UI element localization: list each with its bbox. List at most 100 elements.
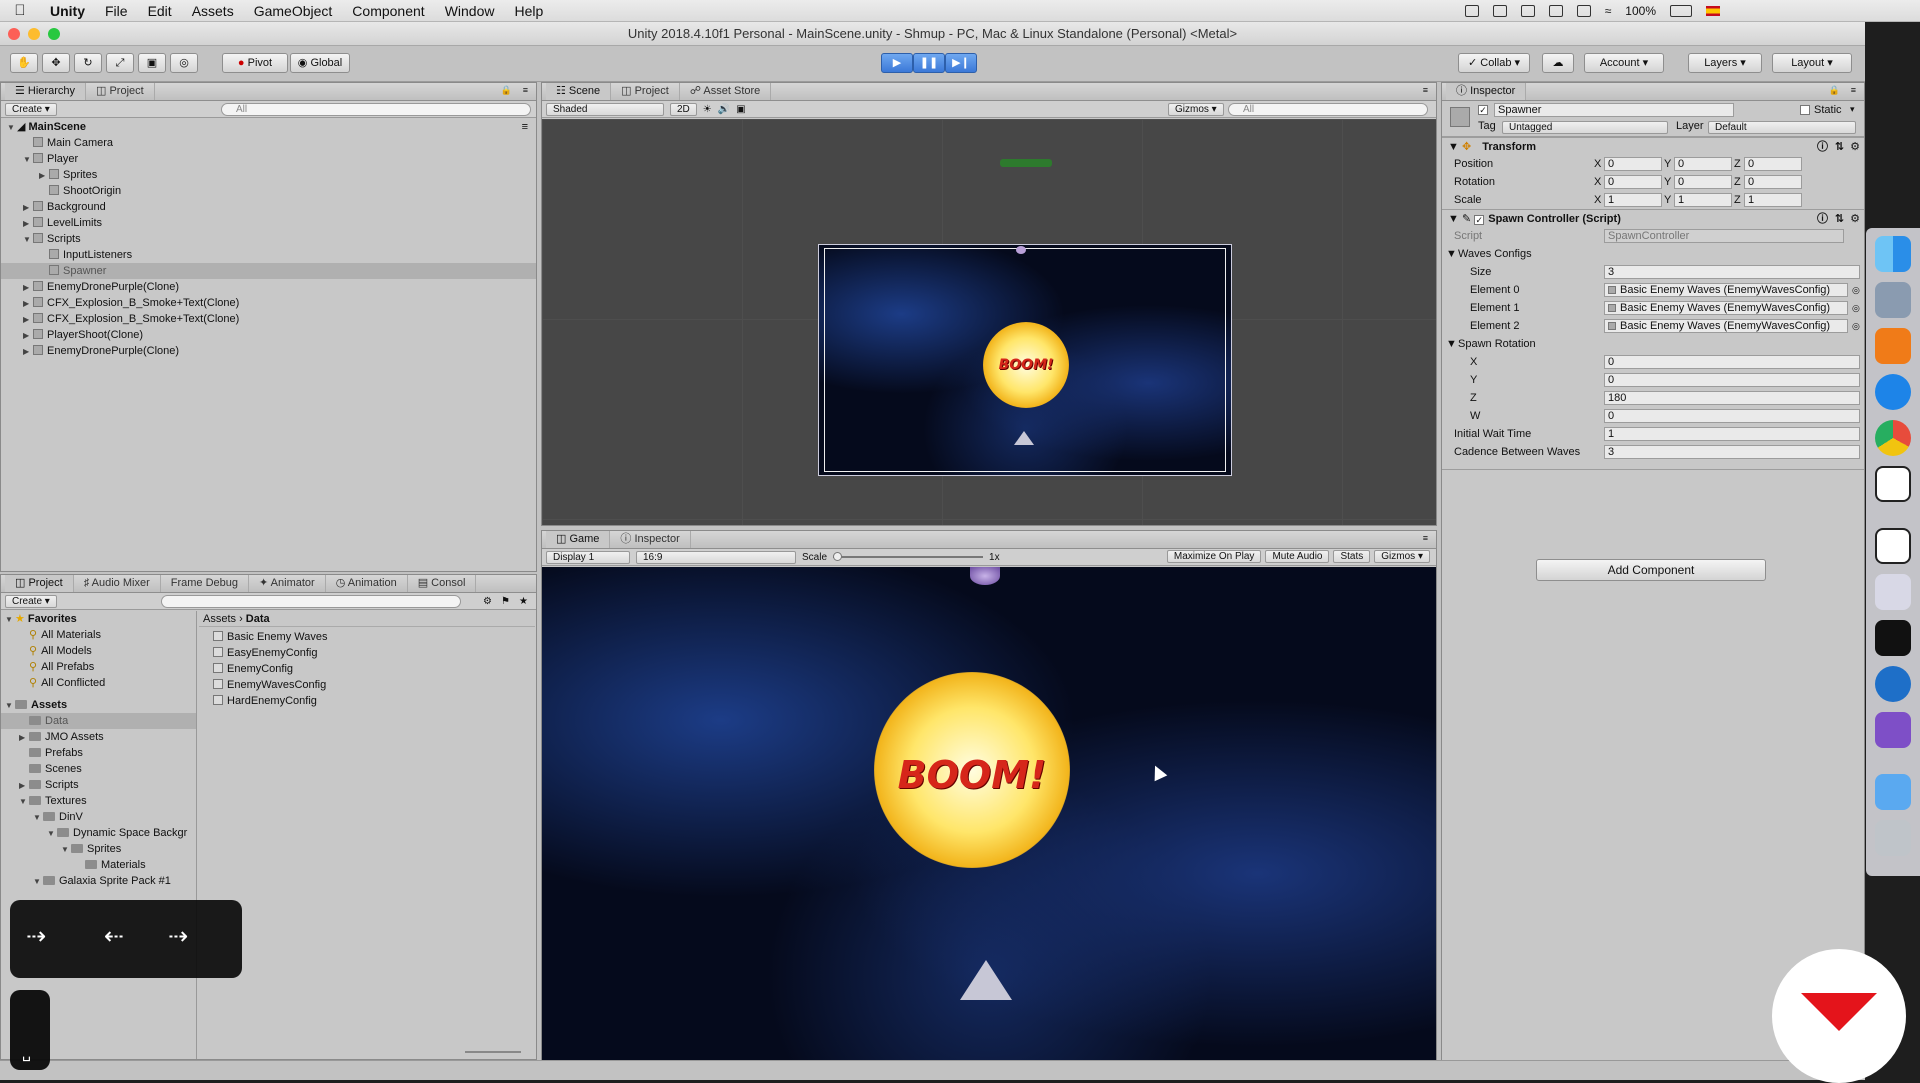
layers-dropdown[interactable]: Layers ▾ — [1688, 53, 1762, 73]
transform-header[interactable]: ▼ ✥ Transform ⓘ ⇅ ⚙ — [1442, 137, 1864, 155]
tab-audio-mixer[interactable]: ♯ Audio Mixer — [74, 575, 161, 592]
menu-component[interactable]: Component — [342, 0, 434, 22]
collab-dropdown[interactable]: ✓ Collab ▾ — [1458, 53, 1530, 73]
effects-icon[interactable]: ▣ — [736, 104, 745, 115]
favorite-star-icon[interactable]: ★ — [519, 596, 528, 607]
expand-arrow-icon[interactable]: ▼ — [7, 120, 17, 136]
asset-folder-item[interactable]: ▶ Scripts — [1, 777, 196, 793]
panel-menu-icon[interactable]: ≡ — [1423, 533, 1428, 543]
quicktime-icon[interactable] — [1875, 666, 1911, 702]
tab-inspector[interactable]: ⓘ Inspector — [1446, 83, 1527, 100]
expand-arrow-icon[interactable]: ▼ — [47, 826, 57, 842]
unity-icon[interactable] — [1875, 528, 1911, 564]
tab-frame-debug[interactable]: Frame Debug — [161, 575, 249, 592]
expand-arrow-icon[interactable]: ▶ — [23, 216, 33, 232]
transform-x-field[interactable]: 0 — [1604, 157, 1662, 171]
settings-gear-icon[interactable]: ⚙ — [1850, 210, 1860, 228]
rect-tool-button[interactable]: ▣ — [138, 53, 166, 73]
minimize-button[interactable] — [28, 28, 40, 40]
object-picker-icon[interactable]: ◎ — [1852, 281, 1860, 299]
hierarchy-item[interactable]: ShootOrigin — [1, 183, 536, 199]
bluetooth-icon[interactable] — [1520, 5, 1535, 17]
panel-menu-icon[interactable]: ≡ — [1423, 85, 1428, 95]
asset-file-item[interactable]: HardEnemyConfig — [199, 693, 535, 709]
stats-toggle[interactable]: Stats — [1333, 550, 1371, 563]
script-field[interactable]: SpawnController — [1604, 229, 1844, 243]
close-button[interactable] — [8, 28, 20, 40]
expand-arrow-icon[interactable]: ▼ — [33, 810, 43, 826]
rotate-tool-button[interactable]: ↻ — [74, 53, 102, 73]
waves-element-field[interactable]: Basic Enemy Waves (EnemyWavesConfig) — [1604, 283, 1848, 297]
transform-x-field[interactable]: 0 — [1604, 175, 1662, 189]
menu-edit[interactable]: Edit — [138, 0, 182, 22]
hierarchy-item[interactable]: ▶ Background — [1, 199, 536, 215]
settings-gear-icon[interactable]: ⚙ — [1850, 138, 1860, 156]
transform-x-field[interactable]: 1 — [1604, 193, 1662, 207]
favorite-item[interactable]: ⚲ All Materials — [1, 627, 196, 643]
pause-button[interactable]: ❚❚ — [913, 53, 945, 73]
tab-animator[interactable]: ✦ Animator — [249, 575, 326, 592]
asset-file-item[interactable]: Basic Enemy Waves — [199, 629, 535, 645]
panel-menu-icon[interactable]: ≡ — [1851, 85, 1856, 95]
gizmos-dropdown[interactable]: Gizmos ▾ — [1168, 102, 1224, 116]
tab-game[interactable]: ◫ Game — [546, 531, 611, 548]
expand-arrow-icon[interactable]: ▶ — [23, 328, 33, 344]
expand-arrow-icon[interactable]: ▶ — [23, 344, 33, 360]
record-icon[interactable] — [1464, 5, 1479, 17]
apple-icon[interactable]:  — [0, 2, 40, 19]
menu-app-name[interactable]: Unity — [40, 0, 95, 22]
spawn-rotation-row[interactable]: ▼ Spawn Rotation — [1442, 335, 1864, 353]
asset-folder-item[interactable]: Prefabs — [1, 745, 196, 761]
flag-icon[interactable] — [1706, 6, 1720, 16]
step-button[interactable]: ▶❙ — [945, 53, 977, 73]
hierarchy-create-dropdown[interactable]: Create ▾ — [5, 102, 57, 116]
game-gizmos-dropdown[interactable]: Gizmos ▾ — [1374, 550, 1430, 563]
time-machine-icon[interactable] — [1576, 5, 1591, 17]
zoom-slider[interactable] — [465, 1051, 521, 1053]
hierarchy-search-input[interactable]: All — [221, 102, 531, 116]
play-button[interactable]: ▶ — [881, 53, 913, 73]
account-dropdown[interactable]: Account ▾ — [1584, 53, 1664, 73]
breadcrumb-data[interactable]: Data — [246, 613, 270, 625]
transform-y-field[interactable]: 0 — [1674, 157, 1732, 171]
expand-arrow-icon[interactable]: ▼ — [23, 152, 33, 168]
audio-icon[interactable]: 🔊 — [718, 104, 730, 115]
menu-file[interactable]: File — [95, 0, 138, 22]
terminal-icon[interactable] — [1875, 620, 1911, 656]
downloads-folder-icon[interactable] — [1875, 774, 1911, 810]
tab-inspector-lower[interactable]: ⓘ Inspector — [610, 531, 691, 548]
transform-z-field[interactable]: 0 — [1744, 175, 1802, 189]
tab-scene[interactable]: ☷ Scene — [546, 83, 612, 100]
lock-icon[interactable]: 🔒 — [501, 85, 512, 96]
expand-arrow-icon[interactable]: ▶ — [23, 296, 33, 312]
tab-project[interactable]: ◫ Project — [5, 575, 74, 592]
tab-animation[interactable]: ◷ Animation — [326, 575, 408, 592]
tab-project-scene[interactable]: ◫ Project — [611, 83, 680, 100]
expand-arrow-icon[interactable]: ▼ — [61, 842, 71, 858]
asset-file-item[interactable]: EnemyWavesConfig — [199, 677, 535, 693]
scale-slider[interactable] — [833, 552, 984, 561]
sublime-text-icon[interactable] — [1875, 328, 1911, 364]
shading-dropdown[interactable]: Shaded — [546, 102, 664, 116]
expand-arrow-icon[interactable]: ▼ — [1446, 335, 1457, 353]
expand-arrow-icon[interactable]: ▶ — [23, 280, 33, 296]
scale-tool-button[interactable]: ⤢ — [106, 53, 134, 73]
hierarchy-item[interactable]: ▼ Scripts — [1, 231, 536, 247]
layout-dropdown[interactable]: Layout ▾ — [1772, 53, 1852, 73]
object-picker-icon[interactable]: ◎ — [1852, 317, 1860, 335]
favorites-header[interactable]: ▼ ★ Favorites — [1, 611, 196, 627]
filter-type-icon[interactable]: ⚙ — [483, 596, 492, 607]
hierarchy-item[interactable]: ▶ EnemyDronePurple(Clone) — [1, 279, 536, 295]
help-icon[interactable]: ⓘ — [1817, 210, 1828, 228]
game-viewport[interactable]: BOOM! — [542, 567, 1436, 1078]
panel-menu-icon[interactable]: ≡ — [523, 85, 528, 95]
battery-icon[interactable] — [1670, 5, 1692, 17]
asset-folder-item[interactable]: ▶ JMO Assets — [1, 729, 196, 745]
hierarchy-item[interactable]: Main Camera — [1, 135, 536, 151]
expand-arrow-icon[interactable]: ▼ — [19, 794, 29, 810]
scale-slider-thumb[interactable] — [833, 552, 843, 561]
active-checkbox[interactable]: ✓ — [1478, 105, 1488, 115]
transform-tool-button[interactable]: ◎ — [170, 53, 198, 73]
tag-dropdown[interactable]: Untagged — [1502, 121, 1668, 134]
expand-arrow-icon[interactable]: ▼ — [33, 874, 43, 890]
